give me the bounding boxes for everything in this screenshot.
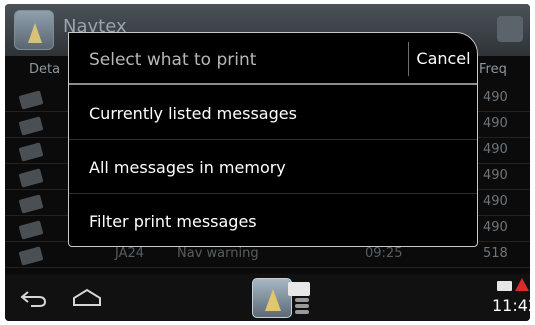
header-divider [408, 42, 409, 76]
notification-envelope-icon[interactable] [497, 281, 512, 291]
row-time: 09:25 [365, 246, 403, 261]
tablet-screen: Navtex Deta Freq 490 490 490 490 490 490 [5, 4, 530, 321]
home-icon[interactable] [71, 287, 103, 307]
envelope-icon [18, 168, 44, 188]
envelope-icon [18, 246, 44, 266]
envelope-icon [18, 194, 44, 214]
navtex-app-shortcut-icon[interactable] [252, 278, 292, 318]
row-id: JA24 [115, 246, 145, 261]
clock: 11:42 [492, 296, 530, 315]
row-freq: 490 [483, 220, 508, 235]
back-icon[interactable] [19, 288, 49, 308]
row-freq: 490 [483, 194, 508, 209]
row-freq: 518 [483, 246, 508, 261]
system-navigation-bar: 11:42 [5, 274, 530, 321]
row-freq: 490 [483, 116, 508, 131]
row-freq: 490 [483, 168, 508, 183]
warning-icon[interactable] [515, 278, 529, 291]
cone-icon [28, 23, 42, 43]
dialog-header: Select what to print Cancel [69, 33, 477, 85]
dialog-title: Select what to print [89, 50, 257, 70]
column-header-detail: Deta [29, 62, 61, 77]
option-currently-listed-messages[interactable]: Currently listed messages [69, 87, 477, 140]
option-filter-print-messages[interactable]: Filter print messages [69, 195, 477, 248]
message-stack-icon [295, 298, 309, 314]
envelope-icon [18, 90, 44, 110]
option-all-messages-in-memory[interactable]: All messages in memory [69, 141, 477, 194]
row-type: Nav warning [177, 246, 259, 261]
envelope-icon [18, 220, 44, 240]
cancel-button[interactable]: Cancel [410, 33, 477, 85]
print-selection-dialog: Select what to print Cancel Currently li… [68, 32, 478, 247]
envelope-icon [288, 282, 310, 296]
menu-icon[interactable] [497, 16, 523, 42]
column-header-freq: Freq [479, 62, 507, 77]
navtex-app-icon[interactable] [14, 10, 54, 50]
cone-icon [265, 289, 281, 311]
row-freq: 490 [483, 142, 508, 157]
row-freq: 490 [483, 90, 508, 105]
envelope-icon [18, 142, 44, 162]
envelope-icon [18, 116, 44, 136]
